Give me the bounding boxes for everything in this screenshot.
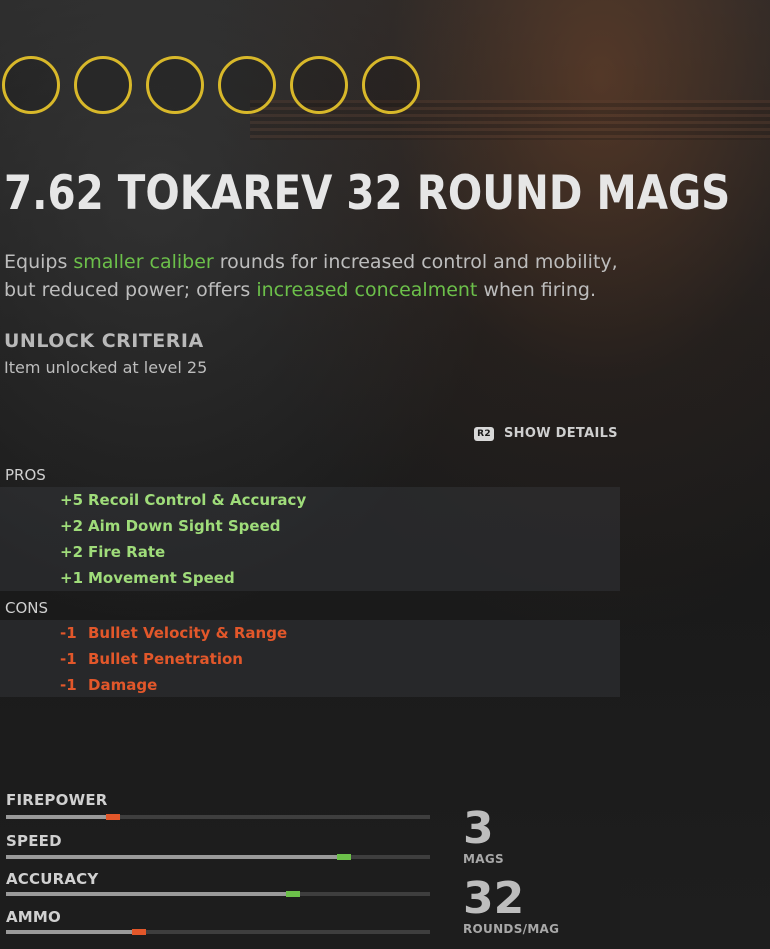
attachment-description: Equips smaller caliber rounds for increa… (4, 248, 644, 304)
con-value: -1 (60, 650, 77, 668)
con-name: Damage (88, 676, 158, 694)
desc-part: Equips (4, 251, 74, 273)
stat-label-firepower: FIREPOWER (6, 791, 108, 809)
stat-bar-fill (6, 892, 286, 896)
pro-name: Aim Down Sight Speed (88, 517, 281, 535)
attachment-title: 7.62 TOKAREV 32 ROUND MAGS (4, 166, 731, 221)
pro-value: +1 (60, 569, 84, 587)
con-value: -1 (60, 624, 77, 642)
pro-name: Recoil Control & Accuracy (88, 491, 307, 509)
pro-name: Fire Rate (88, 543, 166, 561)
attachment-slot-4[interactable] (218, 56, 276, 114)
pro-item: +2 Aim Down Sight Speed (60, 513, 281, 539)
attachment-slot-1[interactable] (2, 56, 60, 114)
desc-highlight: increased concealment (256, 279, 478, 301)
attachment-slot-6[interactable] (362, 56, 420, 114)
stat-label-ammo: AMMO (6, 908, 62, 926)
cons-label: CONS (5, 599, 49, 617)
con-item: -1 Bullet Velocity & Range (60, 620, 287, 646)
show-details-button[interactable]: R2 SHOW DETAILS (474, 426, 618, 441)
show-details-label: SHOW DETAILS (504, 426, 618, 441)
pro-name: Movement Speed (88, 569, 235, 587)
con-value: -1 (60, 676, 77, 694)
stat-bar-change (106, 814, 120, 820)
stat-bar-change (286, 891, 300, 897)
stat-bar-accuracy (6, 891, 430, 897)
con-item: -1 Bullet Penetration (60, 646, 243, 672)
stat-label-speed: SPEED (6, 832, 62, 850)
attachment-slot-2[interactable] (74, 56, 132, 114)
attachment-slots (2, 56, 420, 114)
stat-bar-firepower (6, 814, 430, 820)
pro-item: +1 Movement Speed (60, 565, 235, 591)
rounds-count: 32 (463, 873, 525, 924)
unlock-heading: UNLOCK CRITERIA (4, 330, 204, 352)
stat-bar-ammo (6, 929, 430, 935)
pro-value: +5 (60, 491, 84, 509)
con-name: Bullet Penetration (88, 650, 243, 668)
stat-bar-fill (6, 855, 337, 859)
pros-label: PROS (5, 466, 46, 484)
pro-item: +2 Fire Rate (60, 539, 165, 565)
mags-count: 3 (463, 803, 494, 854)
pro-value: +2 (60, 543, 84, 561)
mags-label: MAGS (463, 852, 504, 866)
unlock-text: Item unlocked at level 25 (4, 358, 208, 377)
desc-highlight: smaller caliber (73, 251, 214, 273)
con-item: -1 Damage (60, 672, 157, 698)
stat-label-accuracy: ACCURACY (6, 870, 99, 888)
stat-bar-fill (6, 930, 132, 934)
pro-item: +5 Recoil Control & Accuracy (60, 487, 306, 513)
attachment-slot-5[interactable] (290, 56, 348, 114)
attachment-slot-3[interactable] (146, 56, 204, 114)
con-name: Bullet Velocity & Range (88, 624, 288, 642)
pro-value: +2 (60, 517, 84, 535)
rounds-label: ROUNDS/MAG (463, 922, 560, 936)
stat-bar-change (132, 929, 146, 935)
desc-part: when firing. (477, 279, 596, 301)
stat-bar-speed (6, 854, 430, 860)
stat-bar-change (337, 854, 351, 860)
r2-button-icon: R2 (474, 426, 494, 441)
stat-bar-fill (6, 815, 106, 819)
